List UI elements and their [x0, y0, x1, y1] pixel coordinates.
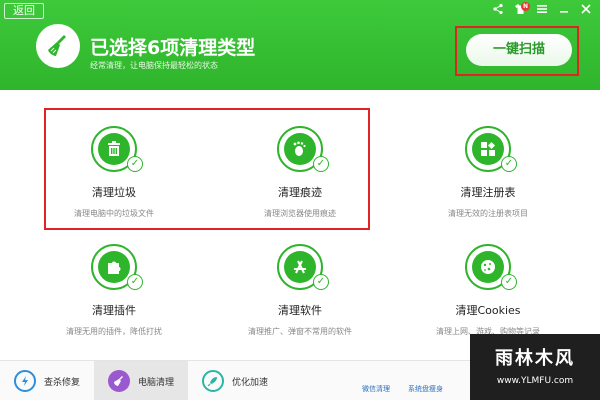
app-store-icon — [284, 251, 316, 283]
tab-label: 查杀修复 — [44, 377, 81, 388]
shirt-skin-icon[interactable]: N — [512, 2, 530, 19]
checked-icon: ✓ — [127, 156, 143, 172]
clean-item-registry[interactable]: ✓ 清理注册表 清理无效的注册表项目 — [403, 126, 573, 219]
broom-icon — [36, 24, 80, 68]
tab-optimize[interactable]: 优化加速 — [188, 361, 282, 400]
puzzle-icon — [98, 251, 130, 283]
tab-pc-clean[interactable]: 电脑清理 — [94, 361, 188, 400]
item-icon-ring: ✓ — [277, 244, 329, 290]
back-button[interactable]: 返回 — [4, 3, 44, 19]
item-title: 清理垃圾 — [92, 186, 136, 199]
item-icon-ring: ✓ — [91, 126, 143, 172]
item-title: 清理Cookies — [455, 304, 521, 317]
watermark-text: 雨林木风 — [495, 348, 575, 369]
cookie-icon — [472, 251, 504, 283]
clean-item-junk[interactable]: ✓ 清理垃圾 清理电脑中的垃圾文件 — [29, 126, 199, 219]
clean-item-traces[interactable]: ✓ 清理痕迹 清理浏览器使用痕迹 — [215, 126, 385, 219]
item-description: 清理推广、弹窗不常用的软件 — [248, 327, 352, 336]
item-description: 清理无效的注册表项目 — [448, 209, 528, 218]
tab-label: 电脑清理 — [138, 377, 175, 388]
item-icon-ring: ✓ — [465, 244, 517, 290]
item-icon-ring: ✓ — [277, 126, 329, 172]
rocket-icon — [202, 370, 224, 392]
item-title: 清理注册表 — [460, 186, 516, 199]
item-description: 清理浏览器使用痕迹 — [264, 209, 336, 218]
footprint-icon — [284, 133, 316, 165]
item-icon-ring: ✓ — [91, 244, 143, 290]
page-subtitle: 经常清理，让电脑保持最轻松的状态 — [90, 61, 218, 70]
item-icon-ring: ✓ — [465, 126, 517, 172]
checked-icon: ✓ — [501, 156, 517, 172]
broom-icon — [108, 370, 130, 392]
tab-label: 优化加速 — [232, 377, 269, 388]
minimize-icon[interactable] — [556, 3, 572, 19]
share-icon[interactable] — [490, 3, 506, 19]
window-controls: N — [490, 2, 594, 20]
clean-item-cookies[interactable]: ✓ 清理Cookies 清理上网、游戏、购物等记录 — [403, 244, 573, 337]
one-click-scan-button[interactable]: 一键扫描 — [466, 34, 572, 66]
menu-icon[interactable] — [534, 3, 550, 19]
checked-icon: ✓ — [313, 156, 329, 172]
item-title: 清理痕迹 — [278, 186, 322, 199]
page-title: 已选择6项清理类型 — [90, 37, 256, 59]
item-description: 清理电脑中的垃圾文件 — [74, 209, 154, 218]
clean-item-plugins[interactable]: ✓ 清理插件 清理无用的插件，降低打扰 — [29, 244, 199, 337]
close-icon[interactable] — [578, 3, 594, 19]
tab-virus-repair[interactable]: 查杀修复 — [0, 361, 94, 400]
shield-bolt-icon — [14, 370, 36, 392]
registry-icon — [472, 133, 504, 165]
checked-icon: ✓ — [313, 274, 329, 290]
watermark-logo: 雨林木风 www.YLMFU.com — [470, 334, 600, 400]
header-bar: 返回 N 已选择6项清理类型 经常清理，让电脑保持最轻松的状态 一键扫描 — [0, 0, 600, 90]
trash-icon — [98, 133, 130, 165]
item-title: 清理软件 — [278, 304, 322, 317]
wechat-clean-link[interactable]: 微信清理 — [362, 384, 390, 394]
item-description: 清理无用的插件，降低打扰 — [66, 327, 162, 336]
checked-icon: ✓ — [127, 274, 143, 290]
item-title: 清理插件 — [92, 304, 136, 317]
watermark-url: www.YLMFU.com — [496, 376, 574, 386]
clean-item-software[interactable]: ✓ 清理软件 清理推广、弹窗不常用的软件 — [215, 244, 385, 337]
checked-icon: ✓ — [501, 274, 517, 290]
system-disk-slim-link[interactable]: 系统盘瘦身 — [408, 384, 443, 394]
notification-badge: N — [521, 2, 530, 11]
